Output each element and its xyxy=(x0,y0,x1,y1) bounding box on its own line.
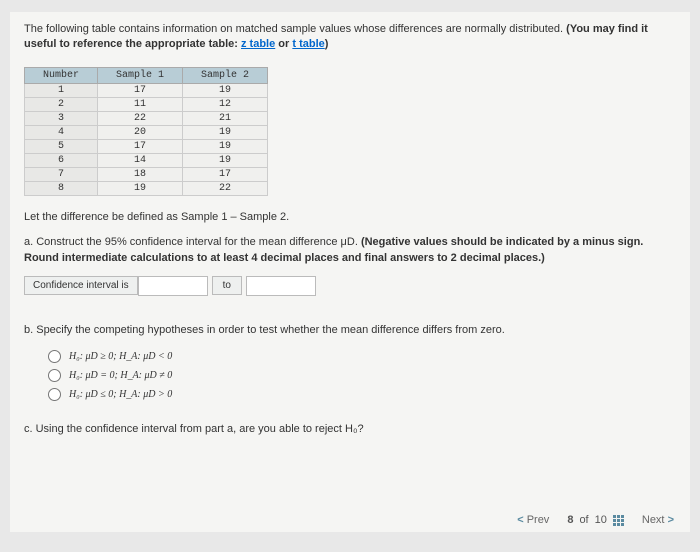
table-cell: 19 xyxy=(183,139,268,153)
define-diff: Let the difference be defined as Sample … xyxy=(24,210,676,225)
table-cell: 12 xyxy=(183,97,268,111)
table-cell: 19 xyxy=(183,83,268,97)
footer-nav: < Prev 8 of 10 Next > xyxy=(517,514,674,526)
hypothesis-options: H₀: μD ≥ 0; H_A: μD < 0 H₀: μD = 0; H_A:… xyxy=(48,350,676,401)
table-cell: 17 xyxy=(98,83,183,97)
table-cell: 4 xyxy=(25,125,98,139)
col-number: Number xyxy=(25,67,98,83)
table-cell: 8 xyxy=(25,181,98,195)
ci-label: Confidence interval is xyxy=(24,276,138,295)
table-row: 42019 xyxy=(25,125,268,139)
col-sample1: Sample 1 xyxy=(98,67,183,83)
table-row: 11719 xyxy=(25,83,268,97)
z-table-link[interactable]: z table xyxy=(241,38,275,50)
table-cell: 1 xyxy=(25,83,98,97)
table-cell: 21 xyxy=(183,111,268,125)
ci-to: to xyxy=(212,276,242,295)
hyp-option-2[interactable]: H₀: μD = 0; H_A: μD ≠ 0 xyxy=(48,369,676,382)
table-cell: 19 xyxy=(183,153,268,167)
table-cell: 22 xyxy=(98,111,183,125)
table-cell: 11 xyxy=(98,97,183,111)
table-row: 61419 xyxy=(25,153,268,167)
table-cell: 20 xyxy=(98,125,183,139)
part-a-text: a. Construct the 95% confidence interval… xyxy=(24,235,676,266)
part-c-text: c. Using the confidence interval from pa… xyxy=(24,423,676,435)
table-cell: 19 xyxy=(98,181,183,195)
hyp-radio-3[interactable] xyxy=(48,388,61,401)
sample-table: Number Sample 1 Sample 2 117192111232221… xyxy=(24,67,268,196)
intro-text: The following table contains information… xyxy=(24,22,676,53)
t-table-link[interactable]: t table xyxy=(292,38,324,50)
table-row: 51719 xyxy=(25,139,268,153)
chevron-right-icon: > xyxy=(668,514,674,526)
table-cell: 18 xyxy=(98,167,183,181)
table-cell: 3 xyxy=(25,111,98,125)
hyp-option-3[interactable]: H₀: μD ≤ 0; H_A: μD > 0 xyxy=(48,388,676,401)
table-row: 71817 xyxy=(25,167,268,181)
table-cell: 5 xyxy=(25,139,98,153)
hyp-radio-1[interactable] xyxy=(48,350,61,363)
confidence-interval-row: Confidence interval is to xyxy=(24,276,676,296)
table-cell: 22 xyxy=(183,181,268,195)
next-button[interactable]: Next > xyxy=(642,514,674,526)
ci-upper-input[interactable] xyxy=(246,276,316,296)
table-row: 32221 xyxy=(25,111,268,125)
chevron-left-icon: < xyxy=(517,514,523,526)
hyp-option-1[interactable]: H₀: μD ≥ 0; H_A: μD < 0 xyxy=(48,350,676,363)
prev-button[interactable]: < Prev xyxy=(517,514,549,526)
col-sample2: Sample 2 xyxy=(183,67,268,83)
ci-lower-input[interactable] xyxy=(138,276,208,296)
table-cell: 14 xyxy=(98,153,183,167)
grid-icon[interactable] xyxy=(613,515,624,526)
table-row: 21112 xyxy=(25,97,268,111)
table-cell: 17 xyxy=(183,167,268,181)
table-row: 81922 xyxy=(25,181,268,195)
table-cell: 2 xyxy=(25,97,98,111)
page-indicator: 8 of 10 xyxy=(567,514,624,526)
table-cell: 6 xyxy=(25,153,98,167)
table-cell: 19 xyxy=(183,125,268,139)
table-cell: 7 xyxy=(25,167,98,181)
hyp-radio-2[interactable] xyxy=(48,369,61,382)
part-b-text: b. Specify the competing hypotheses in o… xyxy=(24,324,676,336)
table-cell: 17 xyxy=(98,139,183,153)
